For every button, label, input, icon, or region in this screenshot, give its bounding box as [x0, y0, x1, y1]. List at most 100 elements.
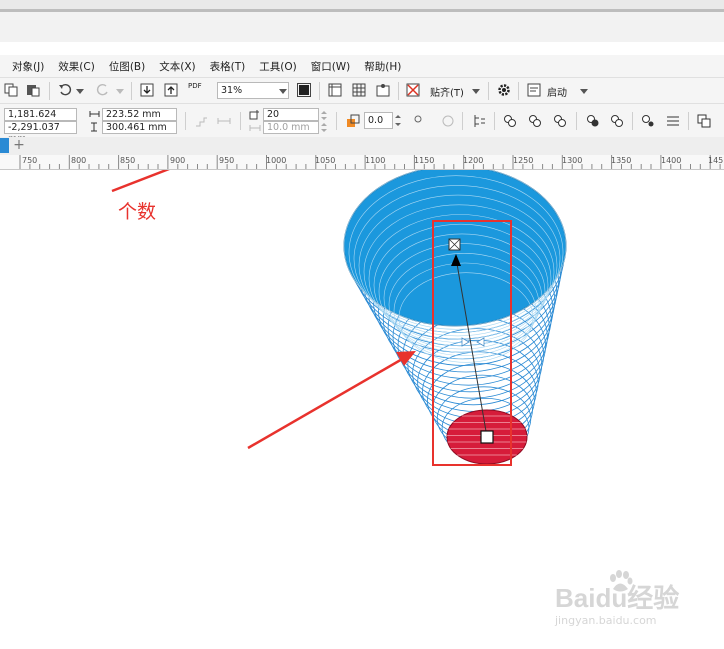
toolbar-separator [319, 82, 320, 100]
path-properties-icon[interactable] [610, 114, 624, 128]
show-rulers-icon[interactable] [328, 83, 342, 97]
property-bar: 1,181.624 mm -2,291.037 mm 223.52 mm 300… [0, 103, 724, 145]
position-y-field[interactable]: -2,291.037 mm [4, 121, 77, 145]
object-acceleration-icon[interactable] [441, 114, 455, 128]
tab-strip [0, 12, 724, 42]
copy-blend-properties-icon[interactable] [666, 114, 680, 128]
menu-window[interactable]: 窗口(W) [311, 59, 351, 74]
import-icon[interactable] [140, 83, 154, 97]
position-x-field[interactable]: 1,181.624 mm [4, 108, 77, 132]
menu-tools[interactable]: 工具(O) [259, 59, 296, 74]
ruler-label: 1400 [661, 156, 682, 165]
document-tab[interactable] [0, 138, 9, 153]
copy-icon[interactable] [4, 83, 18, 97]
ruler-label: 850 [120, 156, 136, 165]
annotation-arrow-blend-line [247, 356, 405, 450]
snap-off-icon[interactable] [406, 83, 420, 97]
ruler-label: 1350 [611, 156, 632, 165]
object-height-field[interactable]: 300.461 mm [102, 121, 177, 134]
document-tab-row [0, 137, 724, 155]
clear-blend-icon[interactable] [697, 114, 711, 128]
launch-dropdown-arrow[interactable] [580, 89, 588, 94]
export-icon[interactable] [164, 83, 178, 97]
loop-blend-icon[interactable] [413, 114, 423, 124]
blend-step-icon[interactable] [194, 114, 208, 128]
toolbar-separator [336, 112, 337, 130]
blend-preset-1-icon[interactable] [503, 114, 517, 128]
annotation-label: 个数 [118, 201, 157, 223]
blend-steps-spinner[interactable] [320, 109, 328, 133]
more-blend-options-icon[interactable] [641, 114, 655, 128]
ruler-label: 1100 [365, 156, 386, 165]
gear-icon[interactable] [497, 83, 511, 97]
redo-dropdown-arrow[interactable] [116, 89, 124, 94]
toolbar-separator [462, 112, 463, 130]
blend-start-handle[interactable] [480, 430, 494, 444]
undo-dropdown-arrow[interactable] [76, 89, 84, 94]
ruler-label: 1050 [315, 156, 336, 165]
blend-preset-2-icon[interactable] [528, 114, 542, 128]
toolbar-separator [185, 112, 186, 130]
annotation-arrow-steps-line [111, 170, 170, 193]
ruler-label: 1300 [562, 156, 583, 165]
ruler-label: 1150 [414, 156, 435, 165]
ruler-label: 750 [22, 156, 38, 165]
menu-text[interactable]: 文本(X) [159, 59, 195, 74]
ruler-label: 145 [708, 156, 724, 165]
watermark-url: jingyan.baidu.com [555, 614, 657, 627]
toolbar-separator [494, 112, 495, 130]
menu-table[interactable]: 表格(T) [210, 59, 246, 74]
toolbar-separator [488, 82, 489, 100]
toolbar-separator [576, 112, 577, 130]
ruler-label: 1200 [463, 156, 484, 165]
ruler-label: 1000 [266, 156, 287, 165]
snap-dropdown-arrow[interactable] [472, 89, 480, 94]
menu-bar: 对象(J) 效果(C) 位图(B) 文本(X) 表格(T) 工具(O) 窗口(W… [0, 55, 724, 77]
add-document-button[interactable]: + [12, 138, 26, 152]
show-guidelines-icon[interactable] [376, 83, 390, 97]
menu-help[interactable]: 帮助(H) [364, 59, 401, 74]
blend-steps-icon [249, 110, 259, 120]
full-screen-icon[interactable] [297, 83, 311, 97]
color-blend-icon[interactable] [472, 114, 486, 128]
ruler-label: 800 [71, 156, 87, 165]
ruler-label: 1250 [513, 156, 534, 165]
blend-direction-icon[interactable] [346, 114, 360, 128]
pdf-export-button[interactable]: PDF [188, 82, 202, 90]
menu-effects[interactable]: 效果(C) [58, 59, 95, 74]
show-grid-icon[interactable] [352, 83, 366, 97]
toolbar-separator [518, 82, 519, 100]
blend-spacing-field-icon [249, 125, 261, 131]
launch-icon[interactable] [527, 83, 541, 97]
watermark: Baidu经验 jingyan.baidu.com [555, 570, 679, 627]
start-end-properties-icon[interactable] [586, 114, 600, 128]
redo-icon[interactable] [96, 83, 110, 97]
zoom-dropdown-arrow[interactable] [279, 89, 287, 94]
blend-spacing-icon[interactable] [217, 114, 231, 128]
height-icon [91, 122, 97, 132]
blend-rotation-field[interactable]: 0.0 [364, 112, 393, 129]
toolbar-separator [49, 82, 50, 100]
ruler-label: 950 [219, 156, 235, 165]
snap-to-button[interactable]: 贴齐(T) [430, 84, 464, 99]
toolbar-separator [632, 112, 633, 130]
menu-bitmaps[interactable]: 位图(B) [109, 59, 145, 74]
blend-steps-field[interactable]: 20 [263, 108, 319, 121]
toolbar-separator [240, 112, 241, 130]
launch-button[interactable]: 启动 [547, 84, 567, 99]
rotation-spinner[interactable] [394, 112, 402, 129]
undo-icon[interactable] [58, 83, 72, 97]
horizontal-ruler[interactable]: 750 800 850 900 950 1000 1050 1100 1150 … [0, 155, 724, 170]
toolbar-separator [131, 82, 132, 100]
paste-icon[interactable] [26, 83, 40, 97]
blend-preset-3-icon[interactable] [553, 114, 567, 128]
menu-object[interactable]: 对象(J) [12, 59, 44, 74]
paw-logo-icon [610, 570, 633, 592]
toolbar-separator [688, 112, 689, 130]
object-width-field[interactable]: 223.52 mm [102, 108, 177, 121]
ruler-label: 900 [170, 156, 186, 165]
standard-toolbar: PDF 31% 贴齐(T) 启动 [0, 77, 724, 104]
width-icon [89, 111, 100, 117]
blend-spacing-field[interactable]: 10.0 mm [263, 121, 319, 134]
toolbar-separator [398, 82, 399, 100]
